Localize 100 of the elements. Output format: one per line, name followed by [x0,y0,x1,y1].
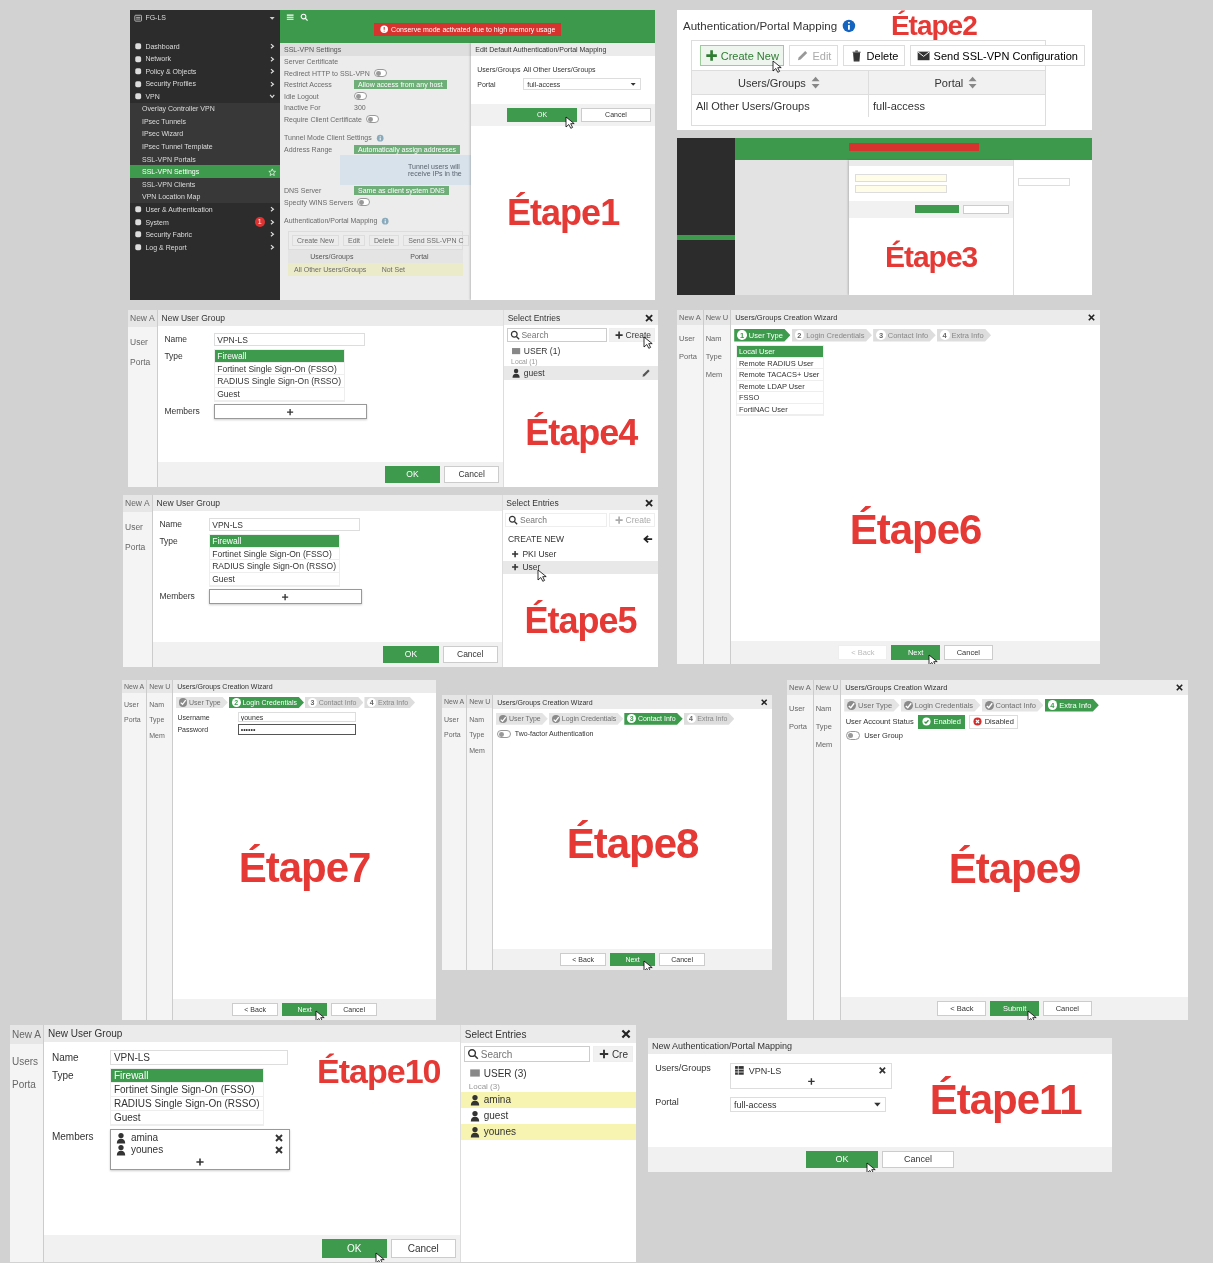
add-icon[interactable] [193,1155,206,1168]
close-icon[interactable] [1087,313,1096,322]
type-option[interactable]: RADIUS Single Sign-On (RSSO) [110,1097,263,1111]
users-groups-field[interactable]: VPN-LS [729,1063,893,1090]
check-icon [498,714,508,723]
group-icon [511,345,522,357]
form-label: Porta [11,1079,37,1090]
search-input[interactable]: Search [480,1048,587,1060]
dialog-title: New User Group [157,310,504,326]
search-input[interactable]: Search [519,514,605,525]
search-icon [466,1048,479,1060]
pointer-cursor-icon [772,60,783,74]
type-option[interactable]: Firewall [214,350,344,363]
pointer-cursor-icon [374,1252,385,1262]
search-icon[interactable] [300,13,309,22]
remove-icon[interactable] [272,1143,285,1156]
type-option[interactable]: Fortinet Single Sign-On (FSSO) [110,1083,263,1097]
pointer-cursor-icon [866,1162,876,1172]
toggle-switch[interactable] [365,115,379,124]
cancel-button[interactable]: Cancel [442,645,498,663]
close-icon[interactable] [620,1028,632,1040]
cancel-button[interactable]: Cancel [882,1150,954,1168]
portal-dropdown[interactable]: full-access [729,1097,887,1113]
member-name: amina [130,1132,160,1143]
form-label: User [129,336,149,347]
user-entry[interactable]: guest [504,366,658,380]
plus-icon [509,548,520,559]
pointer-cursor-icon [1026,1010,1037,1020]
user-icon [114,1143,127,1156]
add-icon[interactable] [805,1076,817,1087]
type-option[interactable]: Guest [209,573,339,586]
toggle-switch[interactable] [354,92,368,101]
confirm-button[interactable]: OK [384,465,441,483]
toggle-switch[interactable] [497,729,511,738]
close-icon[interactable] [1175,683,1184,692]
remove-icon[interactable] [272,1131,285,1144]
input-field[interactable] [855,185,948,193]
step-label: Étape2 [890,12,977,40]
type-option[interactable]: RADIUS Single Sign-On (RSSO) [209,560,339,574]
search-field[interactable]: Search [506,327,607,342]
toggle-switch[interactable] [357,198,371,207]
group-icon [468,1067,481,1079]
toolbar-button[interactable]: Delete [843,45,906,67]
user-icon [468,1109,481,1122]
input-field[interactable] [855,174,948,182]
type-option[interactable]: Firewall [110,1069,263,1083]
type-option[interactable]: Fortinet Single Sign-On (FSSO) [214,362,344,376]
type-option[interactable]: Guest [214,388,344,401]
toggle-switch[interactable] [373,69,388,78]
panel-title: Select Entries [464,1028,528,1040]
type-option[interactable]: Guest [110,1111,263,1125]
cancel-button[interactable]: Cancel [444,465,500,483]
search-input[interactable]: Search [521,329,605,340]
members-field[interactable]: amina younes [109,1129,290,1170]
members-field[interactable] [208,589,362,605]
close-icon[interactable] [644,497,655,508]
user-entry[interactable]: amina [460,1091,636,1108]
create-button[interactable]: Cre [592,1046,633,1062]
cancel-button[interactable]: Cancel [390,1239,456,1258]
step-label: Étape3 [884,241,978,272]
close-icon[interactable] [644,312,655,323]
table-cell-text: All Other Users/Groups [695,99,811,115]
name-field[interactable]: VPN-LS [208,517,361,532]
members-field[interactable] [213,404,367,420]
step-label: Étape10 [317,1054,441,1088]
type-option[interactable]: Fortinet Single Sign-On (FSSO) [209,547,339,561]
form-label: Users [11,1056,40,1067]
type-option[interactable]: RADIUS Single Sign-On (RSSO) [214,375,344,389]
field-label: Type [164,349,184,361]
user-icon [468,1125,481,1138]
toolbar-button[interactable]: Send SSL-VPN Configuration [910,45,1085,67]
group-icon [734,1065,746,1077]
search-field[interactable] [1018,178,1070,186]
name-field[interactable]: VPN-LS [213,332,366,347]
confirm-button[interactable]: OK [383,645,439,663]
add-icon[interactable] [285,406,296,417]
group-name: VPN-LS [748,1065,783,1076]
field-label: Portal [655,1097,680,1108]
step-label: Étape6 [849,508,982,551]
user-entry[interactable]: guest [460,1107,636,1124]
type-option[interactable]: Firewall [209,535,339,548]
field-label: Type [159,534,179,546]
plus-icon [597,1048,610,1060]
column-header[interactable]: Users/Groups [692,71,868,95]
search-field[interactable]: Search [463,1046,590,1062]
menu-icon[interactable] [286,13,295,22]
plus-icon [705,49,719,63]
remove-icon[interactable] [876,1065,888,1077]
user-entry[interactable]: younes [460,1123,636,1140]
toggle-switch[interactable] [845,730,860,740]
form-label: Porta [124,542,147,553]
name-field[interactable]: VPN-LS [109,1050,288,1065]
back-arrow-icon[interactable] [642,534,653,545]
plus-icon [509,562,520,573]
pencil-icon[interactable] [641,367,652,379]
dialog-title: New User Group [43,1025,460,1042]
column-header[interactable]: Portal [868,71,1045,95]
close-icon[interactable] [759,698,768,707]
create-option[interactable]: PKI User [502,547,658,561]
add-icon[interactable] [280,591,291,602]
